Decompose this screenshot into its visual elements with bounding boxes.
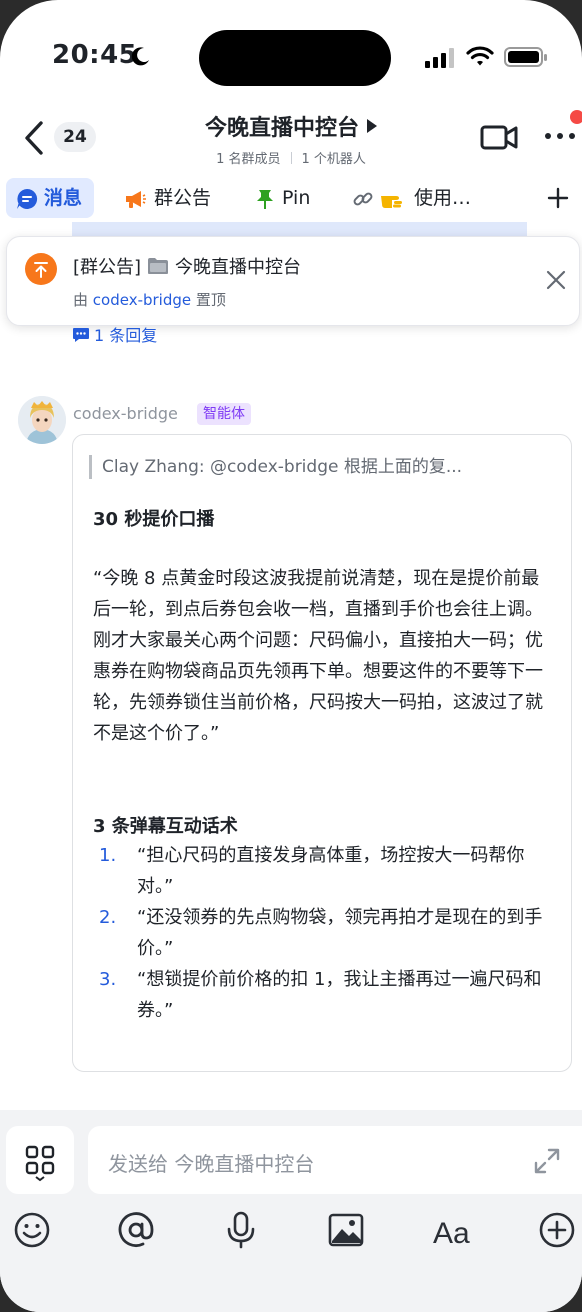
tab-messages[interactable]: 消息 (6, 178, 95, 218)
apps-button[interactable] (6, 1126, 74, 1194)
reply-count: 1 条回复 (94, 326, 158, 345)
status-time: 20:45 (52, 40, 138, 70)
pinned-title: [群公告] 今晚直播中控台 (73, 253, 301, 279)
composer-toolbar: Aa (0, 1206, 582, 1256)
list-text: “担心尺码的直接发身高体重，场控按大一码帮你对。” (137, 845, 525, 897)
expand-icon[interactable] (532, 1146, 562, 1176)
signal-icon (425, 48, 454, 68)
video-call-icon[interactable] (480, 122, 518, 152)
tab-label: Pin (282, 187, 311, 209)
link-icon (353, 192, 373, 206)
pinned-by: 由 codex-bridge 置顶 (73, 289, 226, 310)
dynamic-island (199, 30, 391, 86)
status-bar: 20:45 (0, 0, 582, 100)
chat-tabs: 消息 群公告 Pin 使用… (0, 176, 582, 222)
message-input[interactable]: 发送给 今晚直播中控台 (88, 1126, 582, 1194)
notification-dot (570, 110, 582, 124)
list-number: 2. (99, 907, 117, 928)
emoji-icon[interactable] (12, 1210, 52, 1250)
composer: 发送给 今晚直播中控台 Aa (0, 1110, 582, 1312)
tab-pin[interactable]: Pin (254, 178, 310, 218)
list-number: 3. (99, 969, 117, 990)
message-card: Clay Zhang: @codex-bridge 根据上面的复... 30 秒… (72, 434, 572, 1072)
input-placeholder: 发送给 今晚直播中控台 (108, 1152, 315, 1176)
pointing-hand-icon (381, 196, 402, 208)
list-number: 1. (99, 845, 117, 866)
tab-label: 消息 (44, 187, 83, 209)
close-icon[interactable] (545, 269, 567, 291)
add-tab-icon[interactable] (546, 186, 570, 210)
pinned-by-user-link[interactable]: codex-bridge (93, 291, 191, 309)
tab-announcement[interactable]: 群公告 (124, 178, 211, 218)
member-count: 1 名群成员 (216, 152, 281, 167)
add-circle-icon[interactable] (537, 1210, 577, 1250)
message-icon (17, 188, 38, 209)
pinned-by-prefix: 由 (73, 291, 89, 309)
chat-title[interactable]: 今晚直播中控台 (205, 116, 359, 141)
text-format-icon[interactable]: Aa (432, 1210, 476, 1250)
sender-name[interactable]: codex-bridge (73, 404, 178, 423)
pinned-by-suffix: 置顶 (195, 291, 226, 309)
section-heading: 3 条弹幕互动话术 (93, 816, 238, 837)
list-text: “还没领券的先点购物袋，领完再拍才是现在的到手价。” (137, 907, 543, 959)
quoted-message[interactable]: Clay Zhang: @codex-bridge 根据上面的复... (89, 455, 549, 479)
pin-icon (257, 190, 273, 209)
moon-icon (131, 47, 149, 66)
phone-screen: 20:45 24 今晚直播中控台 1 名群成员 1 个机器人 消息 群公告 Pi… (0, 0, 582, 1312)
mention-icon[interactable] (116, 1210, 156, 1250)
list-text: “想锁提价前价格的扣 1，我让主播再过一遍尺码和券。” (137, 969, 542, 1021)
pinned-title-text: 今晚直播中控台 (175, 257, 302, 278)
microphone-icon[interactable] (221, 1210, 261, 1250)
tab-label: 群公告 (154, 187, 212, 209)
tab-usage[interactable]: 使用… (352, 178, 471, 218)
pin-top-icon (25, 253, 57, 285)
comment-icon (73, 328, 89, 342)
agent-badge: 智能体 (197, 403, 251, 425)
folder-icon (148, 258, 169, 274)
more-options-icon[interactable] (543, 128, 577, 144)
expand-arrow-icon[interactable] (367, 119, 377, 133)
tab-label: 使用… (414, 187, 472, 209)
bot-count: 1 个机器人 (301, 152, 366, 167)
section-heading: 30 秒提价口播 (93, 509, 215, 530)
grid-icon (25, 1145, 55, 1182)
pinned-announcement-card[interactable]: [群公告] 今晚直播中控台 由 codex-bridge 置顶 (6, 236, 580, 326)
script-paragraph: “今晚 8 点黄金时段这波我提前说清楚，现在是提价前最后一轮，到点后券包会收一档… (93, 568, 543, 744)
image-icon[interactable] (326, 1210, 366, 1250)
battery-icon (504, 47, 547, 67)
avatar[interactable] (18, 396, 66, 444)
megaphone-icon (126, 191, 146, 208)
pinned-title-prefix: [群公告] (73, 257, 142, 278)
thread-reply-link[interactable]: 1 条回复 (72, 324, 157, 348)
svg-text:Aa: Aa (433, 1217, 470, 1250)
wifi-icon (466, 46, 494, 66)
chat-header: 24 今晚直播中控台 1 名群成员 1 个机器人 (0, 100, 582, 170)
divider (290, 152, 292, 164)
